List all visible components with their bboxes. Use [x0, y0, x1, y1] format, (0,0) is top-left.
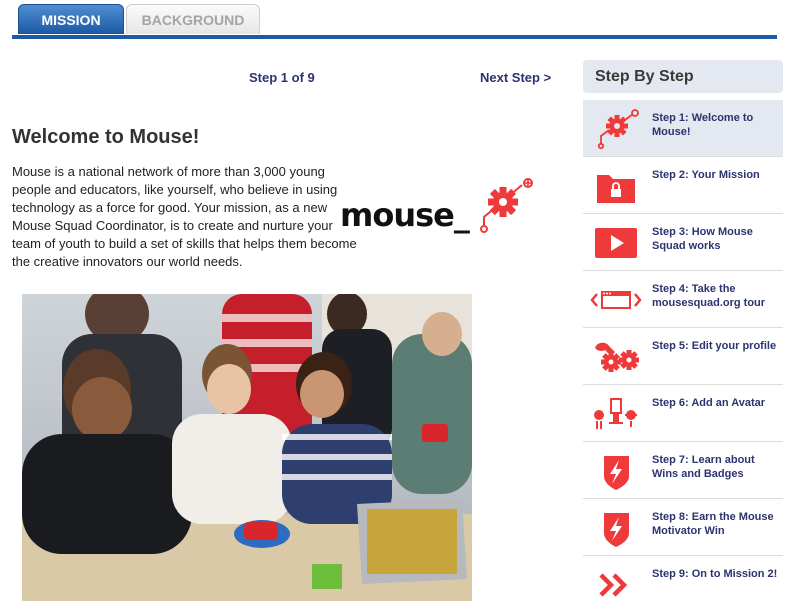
- gear-icon: [480, 178, 533, 233]
- sidebar-item-step-6[interactable]: Step 6: Add an Avatar: [583, 385, 783, 442]
- logo-wordmark: mouse_: [340, 196, 470, 234]
- sidebar-item-step-4[interactable]: Step 4: Take the mousesquad.org tour: [583, 271, 783, 328]
- badge-shield-icon: [604, 513, 629, 547]
- sidebar-item-step-7[interactable]: Step 7: Learn about Wins and Badges: [583, 442, 783, 499]
- page-title: Welcome to Mouse!: [12, 126, 200, 148]
- step-label: Step 1: Welcome to Mouse!: [652, 112, 754, 138]
- step-label: Step 3: How Mouse Squad works: [652, 226, 753, 252]
- avatar-robot-icon: [594, 398, 637, 429]
- tab-mission[interactable]: MISSION: [18, 4, 124, 34]
- play-icon: [595, 228, 637, 258]
- mouse-logo: mouse_: [340, 177, 540, 237]
- sidebar-item-step-1[interactable]: Step 1: Welcome to Mouse!: [583, 100, 783, 157]
- sidebar-item-step-2[interactable]: Step 2: Your Mission: [583, 157, 783, 214]
- students-photo: [22, 294, 472, 601]
- sidebar-item-step-3[interactable]: Step 3: How Mouse Squad works: [583, 214, 783, 271]
- tab-divider: [12, 35, 777, 39]
- gear-icon: [597, 109, 639, 150]
- browser-code-icon: [590, 291, 642, 309]
- wrench-gear-icon: [595, 342, 639, 372]
- locked-folder-icon: [597, 175, 635, 203]
- badge-shield-icon: [604, 456, 629, 490]
- sidebar-title: Step By Step: [583, 60, 783, 93]
- step-label: Step 2: Your Mission: [652, 169, 760, 181]
- step-label: Step 7: Learn about Wins and Badges: [652, 454, 755, 480]
- step-label: Step 9: On to Mission 2!: [652, 568, 778, 580]
- step-counter: Step 1 of 9: [249, 70, 315, 85]
- sidebar-item-step-5[interactable]: Step 5: Edit your profile: [583, 328, 783, 385]
- step-label: Step 5: Edit your profile: [652, 340, 777, 352]
- step-label: Step 6: Add an Avatar: [652, 397, 766, 409]
- step-label: Step 8: Earn the Mouse Motivator Win: [652, 511, 774, 537]
- double-chevron-icon: [599, 573, 628, 597]
- next-step-link[interactable]: Next Step >: [480, 70, 551, 85]
- step-sidebar: Step By Step Step 1: Welcome to Mouse! S…: [583, 60, 783, 601]
- sidebar-item-step-9[interactable]: Step 9: On to Mission 2!: [583, 556, 783, 613]
- tab-background[interactable]: BACKGROUND: [126, 4, 260, 34]
- step-label: Step 4: Take the mousesquad.org tour: [652, 283, 766, 309]
- sidebar-item-step-8[interactable]: Step 8: Earn the Mouse Motivator Win: [583, 499, 783, 556]
- intro-paragraph: Mouse is a national network of more than…: [12, 164, 357, 269]
